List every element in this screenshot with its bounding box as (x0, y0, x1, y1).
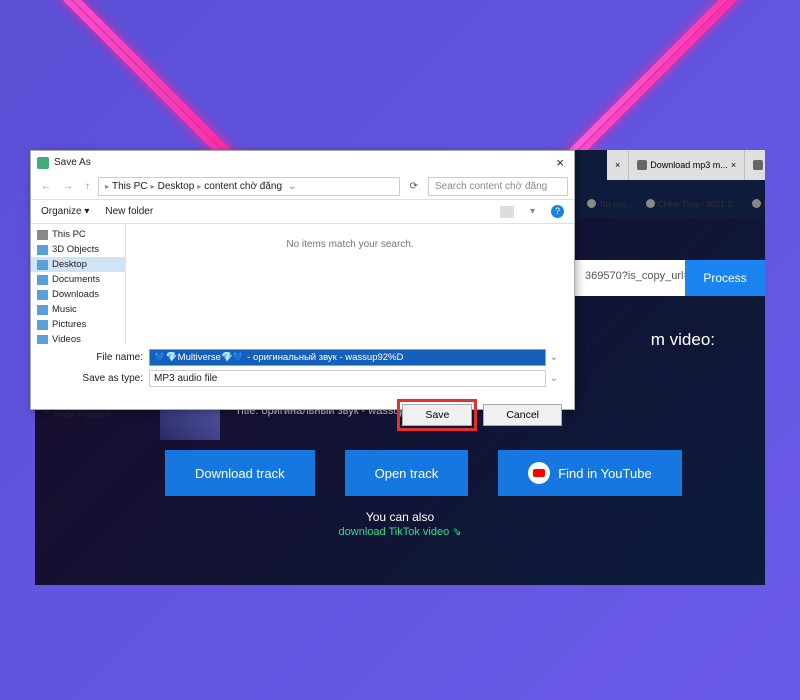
from-video-heading: m video: (651, 330, 715, 350)
breadcrumb-segment[interactable]: Desktop (158, 181, 195, 192)
browser-tab[interactable]: Download mp3 m... × (629, 150, 745, 180)
tree-item-label: This PC (52, 229, 86, 240)
dialog-title: Save As (54, 157, 91, 168)
download-track-button[interactable]: Download track (165, 450, 315, 496)
folder-tree: This PC 3D Objects Desktop Documents Downloa… (31, 224, 126, 344)
tree-item[interactable]: Downloads (31, 287, 125, 302)
close-icon[interactable]: × (552, 155, 568, 170)
breadcrumb-segment[interactable]: This PC (112, 181, 148, 192)
file-list-area: No items match your search. (126, 224, 574, 344)
bookmarks-bar: Tin chú... Chloe Ting - 2021 S... UFM ★B… (587, 198, 765, 209)
organize-menu[interactable]: Organize ▾ (41, 206, 89, 217)
tree-item-label: Music (52, 304, 77, 315)
bookmark-label: UFM (764, 199, 765, 209)
dialog-titlebar: Save As × (31, 151, 574, 174)
url-input-row: 369570?is_copy_url=0&is_from_we Process (575, 260, 765, 296)
tree-item-label: 3D Objects (52, 244, 99, 255)
folder-icon (37, 275, 48, 285)
save-as-dialog: Save As × ← → ↑ ▸ This PC ▸ Desktop ▸ co… (30, 150, 575, 410)
pc-icon (37, 230, 48, 240)
folder-icon (37, 320, 48, 330)
filename-label: File name: (81, 352, 149, 363)
dialog-nav-row: ← → ↑ ▸ This PC ▸ Desktop ▸ content chờ … (31, 174, 574, 200)
chevron-right-icon: ▸ (197, 182, 201, 191)
folder-icon (37, 260, 48, 270)
url-input[interactable]: 369570?is_copy_url=0&is_from_we (575, 260, 685, 296)
save-button-highlight: Save (397, 399, 477, 431)
folder-icon (37, 245, 48, 255)
browser-tab[interactable]: TikTok - Make Yo... × (745, 150, 765, 180)
browser-tab-strip: × Download mp3 m... × TikTok - Make Yo..… (607, 150, 765, 180)
help-icon[interactable]: ? (551, 205, 564, 218)
folder-icon (37, 305, 48, 315)
bookmark-label: Tin chú... (599, 199, 634, 209)
tree-item-label: Downloads (52, 289, 99, 300)
filetype-select[interactable]: MP3 audio file (149, 370, 546, 387)
breadcrumb-segment[interactable]: content chờ đăng (204, 181, 282, 192)
chevron-down-icon[interactable]: ⌄ (285, 181, 299, 192)
bookmark-favicon (646, 199, 655, 208)
refresh-icon[interactable]: ⟳ (404, 179, 424, 194)
dialog-body: This PC 3D Objects Desktop Documents Downloa… (31, 224, 574, 344)
app-icon (37, 157, 49, 169)
action-button-row: Download track Open track Find in YouTub… (165, 450, 682, 496)
tree-item-label: Pictures (52, 319, 86, 330)
bookmark-item[interactable]: Chloe Ting - 2021 S... (646, 198, 740, 209)
process-button[interactable]: Process (685, 260, 765, 296)
new-folder-button[interactable]: New folder (105, 206, 153, 217)
save-button[interactable]: Save (402, 404, 472, 426)
dialog-fields: File name: 💙💎Multiverse💎💙 - оригинальный… (31, 344, 574, 387)
tree-item[interactable]: Videos (31, 332, 125, 344)
chevron-right-icon: ▸ (151, 182, 155, 191)
forward-icon[interactable]: → (59, 179, 77, 194)
tree-item[interactable]: Documents (31, 272, 125, 287)
tree-item[interactable]: Music (31, 302, 125, 317)
cancel-button[interactable]: Cancel (483, 404, 562, 426)
tree-item-label: Desktop (52, 259, 87, 270)
open-track-button[interactable]: Open track (345, 450, 469, 496)
you-can-also-text: You can also (35, 510, 765, 524)
find-youtube-label: Find in YouTube (558, 466, 651, 481)
bookmark-label: Chloe Ting - 2021 S... (658, 199, 740, 209)
folder-icon (37, 290, 48, 300)
breadcrumb[interactable]: ▸ This PC ▸ Desktop ▸ content chờ đăng ⌄ (98, 177, 400, 196)
hide-folders-toggle[interactable]: ⌃ Hide Folders (43, 410, 111, 421)
filetype-label: Save as type: (81, 373, 149, 384)
chevron-up-icon: ⌃ (43, 410, 51, 421)
tab-label: Download mp3 m... (650, 160, 728, 170)
dialog-footer: ⌃ Hide Folders Save Cancel (31, 391, 574, 439)
tree-item[interactable]: Pictures (31, 317, 125, 332)
bookmark-item[interactable]: UFM (752, 198, 765, 209)
tree-item[interactable]: 3D Objects (31, 242, 125, 257)
chevron-right-icon: ▸ (105, 182, 109, 191)
search-input[interactable]: Search content chờ đăng (428, 177, 568, 196)
hide-folders-label: Hide Folders (54, 410, 111, 421)
tab-favicon (637, 160, 647, 170)
view-dropdown-icon[interactable]: ▾ (530, 206, 535, 217)
filename-input[interactable]: 💙💎Multiverse💎💙 - оригинальный звук - was… (149, 349, 546, 366)
view-options-icon[interactable] (500, 206, 514, 218)
bookmark-item[interactable]: Tin chú... (587, 198, 634, 209)
find-youtube-button[interactable]: Find in YouTube (498, 450, 681, 496)
back-icon[interactable]: ← (37, 179, 55, 194)
tree-item-label: Videos (52, 334, 81, 344)
folder-icon (37, 335, 48, 345)
filetype-dropdown-icon[interactable]: ⌄ (546, 373, 562, 384)
empty-message: No items match your search. (286, 239, 413, 250)
bookmark-favicon (752, 199, 761, 208)
filename-dropdown-icon[interactable]: ⌄ (546, 352, 562, 363)
you-can-also-section: You can also download TikTok video ⇘ (35, 510, 765, 538)
tab-favicon (753, 160, 763, 170)
tree-item[interactable]: This PC (31, 227, 125, 242)
tree-item-label: Documents (52, 274, 100, 285)
browser-tab-close[interactable]: × (607, 150, 629, 180)
youtube-icon (528, 462, 550, 484)
download-tiktok-link[interactable]: download TikTok video ⇘ (339, 526, 462, 538)
tree-item[interactable]: Desktop (31, 257, 125, 272)
bookmark-favicon (587, 199, 596, 208)
dialog-toolbar: Organize ▾ New folder ▾ ? (31, 200, 574, 224)
up-icon[interactable]: ↑ (81, 179, 94, 194)
